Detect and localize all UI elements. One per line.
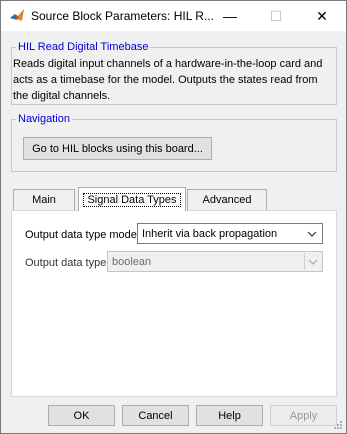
maximize-icon[interactable]: ☐ [253, 1, 299, 31]
minimize-icon[interactable]: — [207, 1, 253, 31]
output-data-type-label: Output data type: [25, 257, 110, 269]
output-data-type-mode-select[interactable]: Inherit via back propagation [137, 223, 323, 244]
navigation-legend: Navigation [16, 113, 72, 125]
goto-hil-blocks-button[interactable]: Go to HIL blocks using this board... [23, 137, 212, 160]
description-legend: HIL Read Digital Timebase [16, 41, 151, 53]
tab-main[interactable]: Main [13, 189, 75, 210]
tab-signal-data-types[interactable]: Signal Data Types [78, 187, 186, 211]
block-description: Reads digital input channels of a hardwa… [13, 58, 323, 102]
matlab-icon [9, 8, 25, 24]
chevron-down-icon [304, 225, 320, 242]
cancel-button[interactable]: Cancel [122, 405, 189, 426]
title-bar[interactable]: Source Block Parameters: HIL R... — ☐ ✕ [1, 1, 346, 31]
output-data-type-mode-label: Output data type mode: [25, 229, 140, 241]
tab-signal-data-types-label: Signal Data Types [83, 192, 181, 207]
apply-button: Apply [270, 405, 337, 426]
tab-advanced[interactable]: Advanced [187, 189, 267, 210]
dialog-window: Source Block Parameters: HIL R... — ☐ ✕ … [0, 0, 347, 434]
output-data-type-mode-value: Inherit via back propagation [142, 227, 278, 240]
chevron-down-icon [304, 253, 320, 270]
output-data-type-value: boolean [112, 255, 152, 268]
resize-grip-icon[interactable] [333, 420, 343, 430]
ok-button[interactable]: OK [48, 405, 115, 426]
window-title: Source Block Parameters: HIL R... [31, 9, 214, 23]
help-button[interactable]: Help [196, 405, 263, 426]
close-icon[interactable]: ✕ [299, 1, 345, 31]
output-data-type-select: boolean [107, 251, 323, 272]
